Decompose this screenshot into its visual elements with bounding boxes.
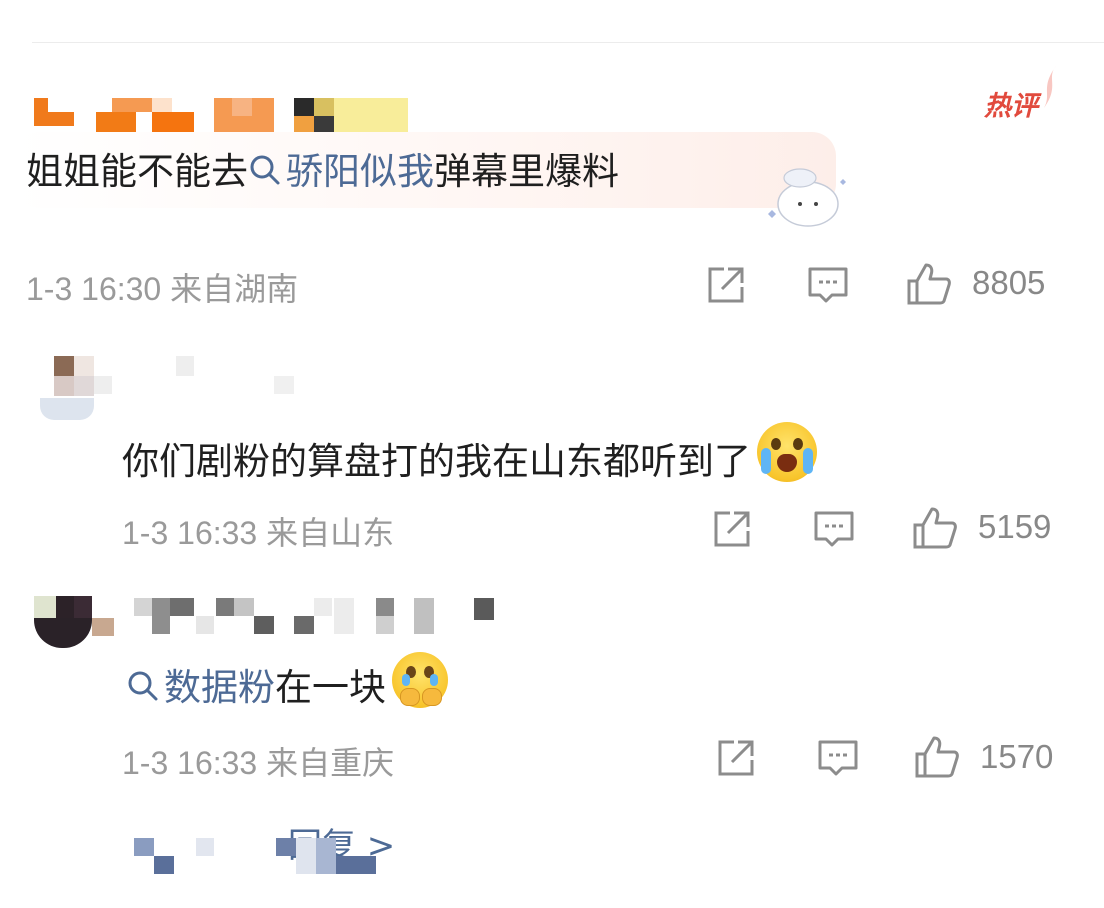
comment-icon[interactable] — [812, 507, 856, 551]
search-icon — [128, 671, 158, 701]
topic-link[interactable]: 骄阳似我 — [248, 150, 434, 193]
comment-time: 1-3 16:33 — [122, 515, 258, 551]
like-count: 5159 — [978, 508, 1052, 545]
topic-link[interactable]: 数据粉 — [126, 666, 275, 709]
comment-location: 来自山东 — [266, 515, 395, 551]
like-icon[interactable] — [914, 734, 960, 780]
search-icon — [250, 155, 280, 185]
like-icon[interactable] — [912, 505, 958, 551]
face-holding-back-tears-icon — [392, 652, 448, 708]
comment-icon[interactable] — [806, 263, 850, 307]
like-icon[interactable] — [906, 261, 952, 307]
sticker-decoration-icon — [768, 168, 846, 227]
flame-decoration-icon — [1044, 66, 1056, 108]
comment-text-after: 弹幕里爆料 — [434, 150, 619, 193]
comment-text-plain: 你们剧粉的算盘打的我在山东都听到了 — [122, 440, 751, 483]
comment-location: 来自重庆 — [266, 745, 395, 781]
comment-icon[interactable] — [816, 736, 860, 780]
share-icon[interactable] — [714, 736, 758, 780]
username-censored — [134, 838, 154, 856]
comment-text: 你们剧粉的算盘打的我在山东都听到了 — [122, 422, 817, 486]
topic-label: 骄阳似我 — [286, 150, 434, 193]
username-censored-block — [296, 838, 316, 874]
username-censored-block — [316, 838, 336, 874]
share-icon[interactable] — [710, 507, 754, 551]
comment-time: 1-3 16:30 — [26, 271, 162, 307]
comment-text: 数据粉在一块 — [126, 652, 448, 712]
username-censored-block — [336, 856, 376, 874]
share-icon[interactable] — [704, 263, 748, 307]
like-count: 8805 — [972, 264, 1046, 301]
top-divider — [32, 42, 1104, 43]
username-censored-block — [154, 856, 174, 874]
like-count: 1570 — [980, 738, 1054, 775]
comment-text: 姐姐能不能去 骄阳似我弹幕里爆料 — [26, 148, 619, 196]
loudly-crying-face-icon — [757, 422, 817, 482]
comment-time: 1-3 16:33 — [122, 745, 258, 781]
comment-text-plain: 姐姐能不能去 — [26, 150, 248, 193]
topic-label: 数据粉 — [164, 666, 275, 709]
username-censored-block — [276, 838, 296, 856]
comment-text-after: 在一块 — [275, 666, 386, 709]
comment-location: 来自湖南 — [170, 271, 299, 307]
username-censored-block — [196, 838, 214, 856]
